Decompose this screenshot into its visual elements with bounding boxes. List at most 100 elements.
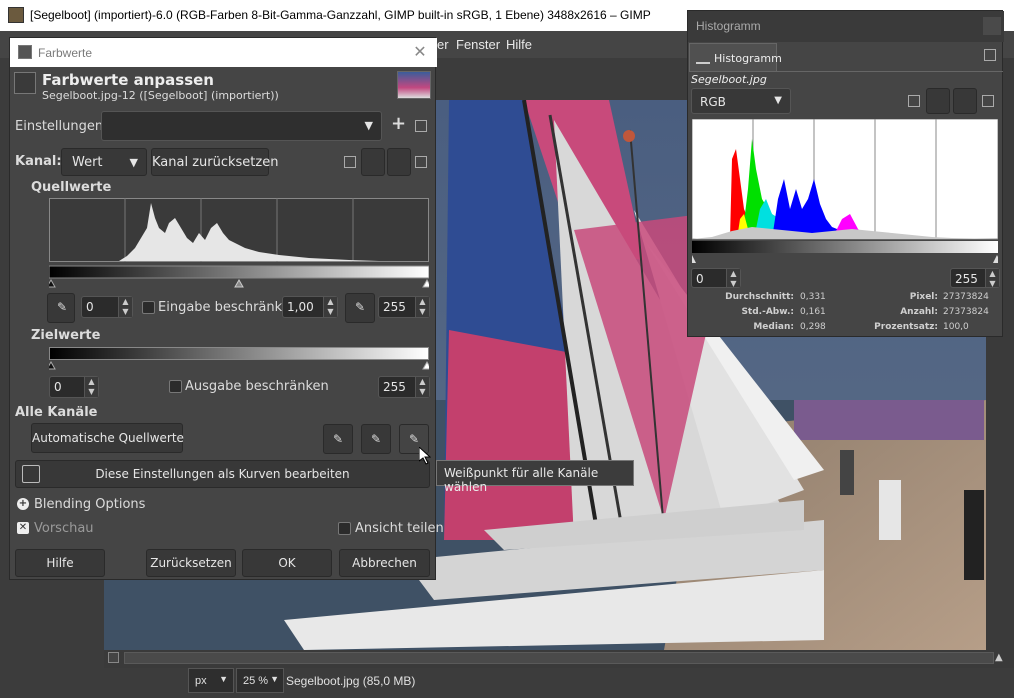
spinner-icon[interactable]: ▲ ▼ <box>985 269 999 288</box>
levels-icon <box>14 72 36 94</box>
histogram-channel-select[interactable]: RGB ▼ <box>691 88 791 114</box>
chevron-down-icon: ▼ <box>364 119 373 132</box>
levels-window-icon <box>18 45 32 59</box>
tooltip: Weißpunkt für alle Kanäle wählen <box>436 460 634 494</box>
channel-value: Wert <box>72 155 103 170</box>
presets-menu-icon[interactable] <box>415 120 427 132</box>
split-view-label: Ansicht teilen <box>355 521 444 536</box>
histogram-channel-value: RGB <box>700 95 726 109</box>
unit-value: px <box>195 675 207 687</box>
histogram-graph[interactable] <box>692 119 998 263</box>
menu-item-fenster[interactable]: Fenster <box>456 37 500 52</box>
stat-pixels: 27373824 <box>943 292 989 302</box>
log-histogram-button[interactable] <box>926 88 950 114</box>
eyedropper-icon: ✎ <box>355 300 366 314</box>
reset-channel-button[interactable]: Kanal zurücksetzen <box>151 148 278 176</box>
close-icon[interactable]: ✕ <box>411 42 429 61</box>
linear-histogram-icon[interactable] <box>908 95 920 107</box>
output-low-value: 0 <box>54 380 62 394</box>
preview-label: Vorschau <box>34 521 94 536</box>
horizontal-scrollbar[interactable]: ▲ <box>104 650 1014 668</box>
spinner-icon[interactable]: ▲ ▼ <box>323 297 337 317</box>
histogram-tab-icon <box>696 50 710 64</box>
add-preset-icon[interactable]: + <box>391 113 406 134</box>
unit-select[interactable]: px ▼ <box>188 668 234 693</box>
reset-button[interactable]: Zurücksetzen <box>146 549 236 577</box>
eyedropper-icon: ✎ <box>57 300 68 314</box>
all-black-point-picker-button[interactable]: ✎ <box>323 424 353 454</box>
tab-histogram[interactable]: Histogramm <box>689 43 782 71</box>
input-high-field[interactable]: 255 ▲ ▼ <box>378 296 430 318</box>
zoom-select[interactable]: 25 % ▼ <box>236 668 284 693</box>
input-low-field[interactable]: 0 ▲ ▼ <box>81 296 133 318</box>
input-gamma-value: 1,00 <box>287 300 314 314</box>
histogram-mode-icon[interactable] <box>982 95 994 107</box>
spinner-icon[interactable]: ▲ ▼ <box>415 297 429 317</box>
menu-item-hilfe[interactable]: Hilfe <box>506 37 532 52</box>
input-low-value: 0 <box>86 300 94 314</box>
expand-icon[interactable]: + <box>17 498 29 510</box>
stat-percentile-label: Prozentsatz: <box>874 322 938 332</box>
levels-dialog: Farbwerte ✕ Farbwerte anpassen Segelboot… <box>9 37 444 580</box>
main-window-title: [Segelboot] (importiert)-6.0 (RGB-Farben… <box>30 8 651 22</box>
cancel-button[interactable]: Abbrechen <box>339 549 430 577</box>
spinner-icon[interactable]: ▲ ▼ <box>84 377 98 397</box>
input-levels-heading: Quellwerte <box>31 180 112 195</box>
output-low-field[interactable]: 0 ▲ ▼ <box>49 376 99 398</box>
file-info: Segelboot.jpg (85,0 MB) <box>286 674 416 688</box>
stat-mean: 0,331 <box>800 292 826 302</box>
histogram-view-button[interactable] <box>953 88 977 114</box>
stat-median-label: Median: <box>753 322 794 332</box>
channel-select[interactable]: Wert ▼ <box>61 148 147 176</box>
stat-median: 0,298 <box>800 322 826 332</box>
white-point-picker-button[interactable]: ✎ <box>345 293 375 323</box>
preview-checkbox[interactable]: ✕ <box>17 522 29 534</box>
scrollbar-track[interactable] <box>124 652 994 664</box>
split-view-checkbox[interactable] <box>338 522 351 535</box>
log-histogram-button[interactable] <box>361 148 385 176</box>
input-gamma-field[interactable]: 1,00 ▲ ▼ <box>282 296 338 318</box>
image-thumbnail <box>397 71 431 99</box>
spinner-icon[interactable]: ▲ ▼ <box>726 269 740 288</box>
edit-as-curves-label: Diese Einstellungen als Kurven bearbeite… <box>95 467 350 481</box>
black-point-picker-button[interactable]: ✎ <box>47 293 75 323</box>
clamp-input-checkbox[interactable] <box>142 301 155 314</box>
auto-input-button[interactable]: Automatische Quellwerte <box>31 423 184 453</box>
histogram-close-button[interactable] <box>983 17 1001 35</box>
menu-item-filter[interactable]: er <box>437 37 449 52</box>
output-high-field[interactable]: 255 ▲ ▼ <box>378 376 430 398</box>
input-histogram[interactable] <box>49 198 429 288</box>
histogram-window-title: Histogramm <box>696 19 761 33</box>
settings-combo[interactable]: ▼ <box>101 111 382 141</box>
dialog-heading: Farbwerte anpassen <box>42 71 214 89</box>
help-button[interactable]: Hilfe <box>15 549 105 577</box>
ok-button[interactable]: OK <box>242 549 332 577</box>
histogram-range-low[interactable]: 0 ▲ ▼ <box>691 268 741 288</box>
edit-as-curves-button[interactable]: Diese Einstellungen als Kurven bearbeite… <box>15 460 430 488</box>
linear-histogram-icon[interactable] <box>344 156 356 168</box>
stat-pixels-label: Pixel: <box>909 292 938 302</box>
histogram-range-high[interactable]: 255 ▲ ▼ <box>950 268 1000 288</box>
histogram-view-button[interactable] <box>387 148 411 176</box>
spinner-icon[interactable]: ▲ ▼ <box>415 377 429 397</box>
eyedropper-icon: ✎ <box>333 432 344 446</box>
chevron-down-icon: ▼ <box>270 674 279 684</box>
all-gray-point-picker-button[interactable]: ✎ <box>361 424 391 454</box>
chevron-down-icon: ▼ <box>774 95 782 106</box>
histogram-mode-icon[interactable] <box>415 156 427 168</box>
all-channels-heading: Alle Kanäle <box>15 405 98 420</box>
output-gradient[interactable] <box>49 347 429 371</box>
blending-options-label[interactable]: Blending Options <box>34 497 145 512</box>
dock-menu-icon[interactable] <box>984 49 996 61</box>
clamp-output-checkbox[interactable] <box>169 380 182 393</box>
navigate-icon[interactable]: ▲ <box>995 652 1007 664</box>
output-levels-heading: Zielwerte <box>31 328 101 343</box>
dialog-subheading: Segelboot.jpg-12 ([Segelboot] (importier… <box>42 89 279 102</box>
settings-label: Einstellungen: <box>15 119 108 134</box>
quick-mask-toggle[interactable] <box>108 652 119 663</box>
spinner-icon[interactable]: ▲ ▼ <box>118 297 132 317</box>
histogram-titlebar: Histogramm <box>688 11 1004 42</box>
histogram-range-high-value: 255 <box>955 272 978 286</box>
dialog-window-title: Farbwerte <box>38 46 93 60</box>
histogram-window: Histogramm Histogramm Segelboot.jpg RGB … <box>687 10 1004 337</box>
